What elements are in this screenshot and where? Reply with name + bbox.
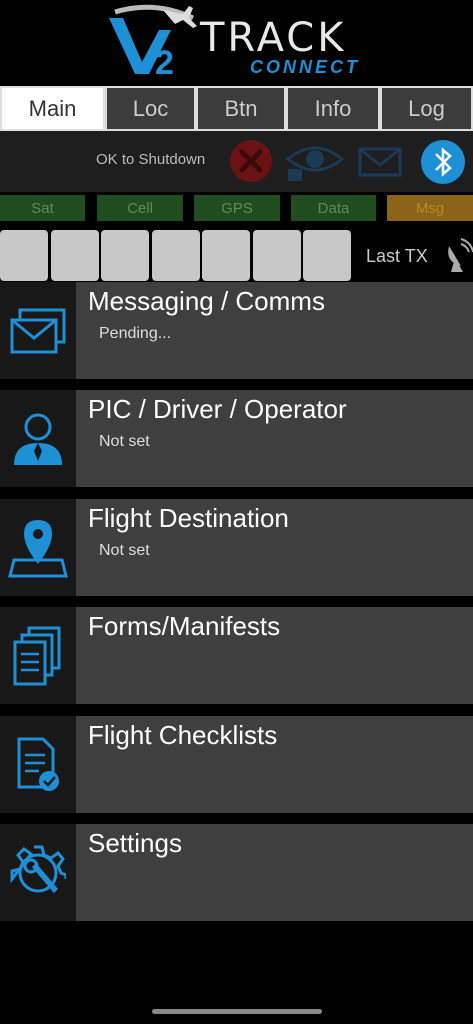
shutdown-status: OK to Shutdown <box>96 151 206 168</box>
tx-row: Last TX <box>0 230 473 282</box>
bluetooth-icon[interactable] <box>420 139 466 185</box>
tab-bar: Main Loc Btn Info Log <box>0 86 473 131</box>
tab-log[interactable]: Log <box>380 86 473 131</box>
tx-slot <box>303 230 351 281</box>
tx-slot <box>51 230 99 281</box>
menu-item-flight-checklists[interactable]: Flight Checklists <box>0 716 473 813</box>
tx-slot <box>101 230 149 281</box>
map-pin-icon <box>0 499 76 596</box>
svg-text:2: 2 <box>155 44 174 82</box>
menu-item-forms-manifests[interactable]: Forms/Manifests <box>0 607 473 704</box>
menu-title: Flight Destination <box>88 503 289 533</box>
indicator-sat: Sat <box>0 195 85 221</box>
documents-icon <box>0 607 76 704</box>
gear-wrench-icon <box>0 824 76 921</box>
indicator-msg: Msg <box>387 195 473 221</box>
logo-track-text: TRACK <box>200 15 347 61</box>
menu-subtitle: Pending... <box>99 325 172 342</box>
checklist-icon <box>0 716 76 813</box>
menu-title: Forms/Manifests <box>88 611 281 641</box>
person-icon <box>0 390 76 487</box>
error-x-icon[interactable] <box>229 139 273 183</box>
eye-lock-icon[interactable] <box>286 139 344 183</box>
menu-item-settings[interactable]: Settings <box>0 824 473 921</box>
v2-logo-icon: 2 <box>109 4 197 82</box>
menu-item-pic-driver[interactable]: PIC / Driver / Operator Not set <box>0 390 473 487</box>
indicator-data: Data <box>291 195 376 221</box>
home-indicator[interactable] <box>152 1009 322 1014</box>
menu-title: Settings <box>88 828 182 858</box>
indicator-gps: GPS <box>194 195 280 221</box>
menu-item-messaging[interactable]: Messaging / Comms Pending... <box>0 282 473 379</box>
app-logo: 2 TRACK CONNECT <box>0 0 473 86</box>
logo-connect-text: CONNECT <box>250 57 360 77</box>
menu-title: Messaging / Comms <box>88 286 325 316</box>
menu-title: PIC / Driver / Operator <box>88 394 347 424</box>
menu-subtitle: Not set <box>99 542 150 559</box>
tx-slot <box>152 230 200 281</box>
status-bar: OK to Shutdown <box>0 131 473 192</box>
tx-slot <box>202 230 250 281</box>
tab-btn[interactable]: Btn <box>196 86 286 131</box>
last-tx-label: Last TX <box>366 246 428 266</box>
tab-info[interactable]: Info <box>286 86 380 131</box>
connection-indicators: Sat Cell GPS Data Msg <box>0 192 473 224</box>
tx-slot <box>0 230 48 281</box>
menu-item-flight-destination[interactable]: Flight Destination Not set <box>0 499 473 596</box>
tab-main[interactable]: Main <box>0 86 105 131</box>
tx-slot <box>253 230 301 281</box>
mail-icon[interactable] <box>358 147 402 177</box>
envelopes-icon <box>0 282 76 379</box>
tab-loc[interactable]: Loc <box>105 86 196 131</box>
menu-subtitle: Not set <box>99 433 150 450</box>
indicator-cell: Cell <box>97 195 183 221</box>
satellite-dish-icon <box>448 238 473 272</box>
menu-title: Flight Checklists <box>88 720 278 750</box>
